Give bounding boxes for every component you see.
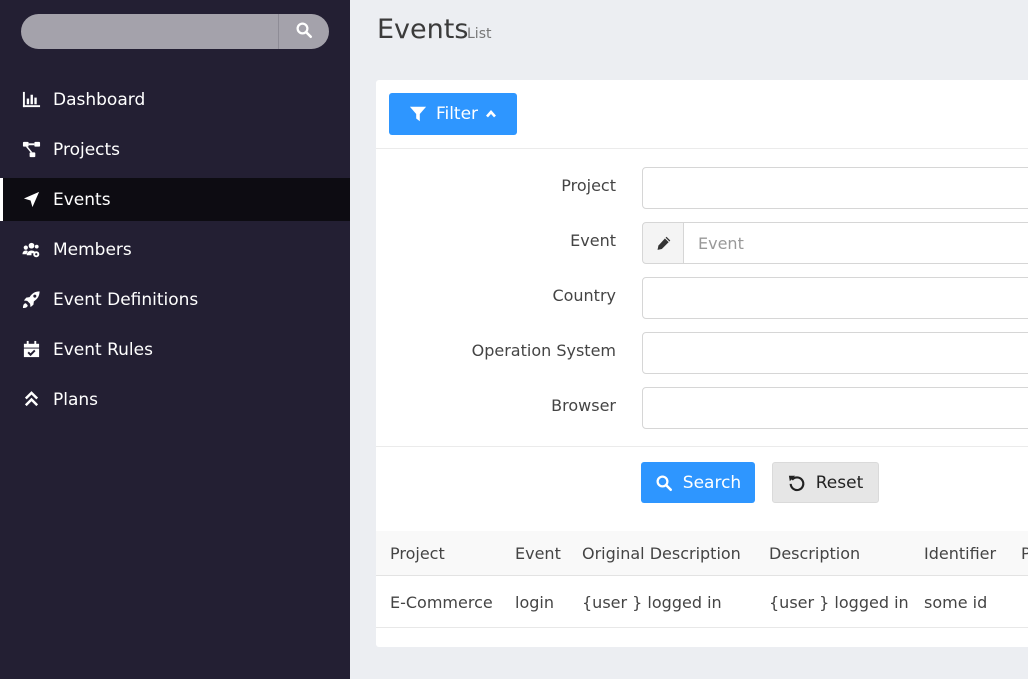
cell-original-description: {user } logged in (582, 592, 722, 612)
sidebar-item-event-definitions[interactable]: Event Definitions (0, 278, 350, 321)
chevron-up-icon (485, 108, 497, 120)
column-header-original-description[interactable]: Original Description (582, 531, 741, 575)
cell-identifier: some id (924, 592, 988, 612)
filter-toggle-button[interactable]: Filter (389, 93, 517, 135)
project-label: Project (561, 176, 616, 195)
cell-project: E-Commerce (390, 592, 493, 612)
event-field-addon (642, 222, 684, 264)
project-diagram-icon (21, 140, 41, 160)
operation-system-field[interactable] (642, 332, 1028, 374)
divider (376, 148, 1028, 149)
event-label: Event (570, 231, 616, 250)
search-submit-button[interactable]: Search (641, 462, 755, 503)
page-title: Events (377, 14, 469, 45)
column-header-partial[interactable]: P (1021, 531, 1028, 575)
sidebar-nav: Dashboard Projects Events Members Event … (0, 78, 350, 428)
filter-toggle-label: Filter (435, 104, 479, 124)
sidebar-item-projects[interactable]: Projects (0, 128, 350, 171)
search-button-label: Search (682, 472, 742, 493)
sidebar-item-dashboard[interactable]: Dashboard (0, 78, 350, 121)
browser-label: Browser (551, 396, 616, 415)
sidebar-item-members[interactable]: Members (0, 228, 350, 271)
column-header-identifier[interactable]: Identifier (924, 531, 996, 575)
sidebar-item-label: Event Definitions (53, 289, 199, 310)
column-header-description[interactable]: Description (769, 531, 860, 575)
calendar-check-icon (21, 340, 41, 360)
reset-button-label: Reset (815, 472, 864, 493)
users-cog-icon (21, 240, 41, 260)
events-card: Filter Project Event Country Operation S… (376, 80, 1028, 647)
pencil-icon (655, 235, 672, 252)
reset-button[interactable]: Reset (772, 462, 879, 503)
sidebar-item-plans[interactable]: Plans (0, 378, 350, 421)
sidebar-search (21, 14, 329, 49)
cell-event: login (515, 592, 554, 612)
browser-field[interactable] (642, 387, 1028, 429)
angle-double-up-icon (21, 390, 41, 410)
search-icon (655, 474, 683, 492)
location-arrow-icon (21, 190, 41, 210)
table-row[interactable]: E-Commerce login {user } logged in {user… (376, 577, 1028, 628)
column-header-project[interactable]: Project (390, 531, 445, 575)
sidebar-item-event-rules[interactable]: Event Rules (0, 328, 350, 371)
sidebar-item-label: Members (53, 239, 132, 260)
sidebar: Dashboard Projects Events Members Event … (0, 0, 350, 679)
search-icon (295, 21, 313, 43)
sidebar-item-label: Projects (53, 139, 121, 160)
rocket-icon (21, 290, 41, 310)
sidebar-item-label: Events (53, 189, 111, 210)
search-button[interactable] (278, 14, 329, 49)
sidebar-item-label: Event Rules (53, 339, 153, 360)
chart-bar-icon (21, 90, 41, 110)
event-field[interactable] (683, 222, 1028, 264)
divider (376, 446, 1028, 447)
search-input[interactable] (21, 14, 277, 49)
country-field[interactable] (642, 277, 1028, 319)
country-label: Country (552, 286, 616, 305)
sidebar-item-label: Plans (53, 389, 99, 410)
undo-icon (788, 474, 816, 492)
sidebar-item-events[interactable]: Events (0, 178, 350, 221)
column-header-event[interactable]: Event (515, 531, 561, 575)
sidebar-item-label: Dashboard (53, 89, 146, 110)
project-field[interactable] (642, 167, 1028, 209)
table-header: Project Event Original Description Descr… (376, 531, 1028, 576)
operation-system-label: Operation System (471, 341, 616, 360)
filter-icon (409, 105, 427, 123)
page-subtitle: List (467, 26, 492, 42)
cell-description: {user } logged in (769, 592, 909, 612)
